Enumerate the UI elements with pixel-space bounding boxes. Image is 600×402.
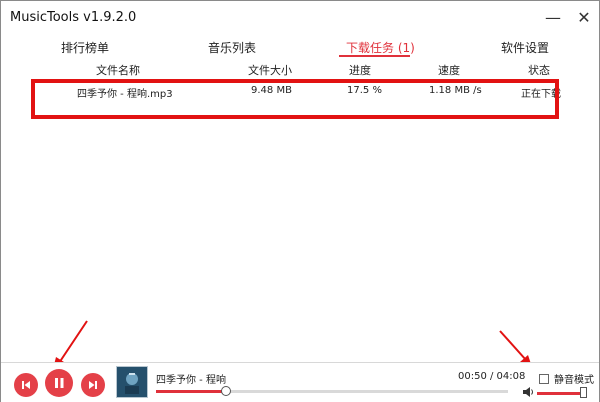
tab-downloads[interactable]: 下载任务 (1)	[346, 39, 415, 56]
download-list-header: 文件名称 文件大小 进度 速度 状态	[1, 59, 599, 81]
playback-time: 00:50 / 04:08	[458, 371, 526, 382]
row-file-size: 9.48 MB	[251, 85, 292, 96]
column-header-progress[interactable]: 进度	[349, 62, 371, 78]
row-speed: 1.18 MB /s	[429, 85, 482, 96]
column-header-speed[interactable]: 速度	[438, 62, 460, 78]
active-tab-indicator	[339, 55, 410, 57]
tab-bar: 排行榜单 音乐列表 下载任务 (1) 软件设置	[1, 35, 599, 59]
progress-track[interactable]	[156, 386, 508, 396]
next-button[interactable]	[81, 373, 105, 397]
checkbox-icon	[539, 374, 549, 384]
player-bar: 四季予你 - 程响 00:50 / 04:08 静音模式	[1, 362, 599, 402]
column-header-status[interactable]: 状态	[528, 62, 550, 78]
progress-fill	[156, 390, 227, 393]
close-icon: ✕	[577, 8, 591, 27]
window-title: MusicTools v1.9.2.0	[10, 10, 137, 25]
column-header-size[interactable]: 文件大小	[248, 62, 292, 78]
volume-slider-thumb[interactable]	[580, 387, 587, 398]
minimize-icon: —	[545, 8, 561, 27]
pause-icon	[55, 378, 64, 388]
row-file-name: 四季予你 - 程响.mp3	[77, 89, 173, 100]
minimize-button[interactable]: —	[542, 7, 564, 29]
skip-next-icon	[89, 381, 97, 389]
album-art-icon	[117, 367, 147, 397]
app-window: MusicTools v1.9.2.0 — ✕ 排行榜单 音乐列表 下载任务 (…	[0, 0, 600, 402]
skip-previous-icon	[22, 381, 30, 389]
tab-charts[interactable]: 排行榜单	[61, 39, 109, 56]
mute-mode-checkbox[interactable]: 静音模式	[539, 371, 594, 386]
close-button[interactable]: ✕	[573, 7, 595, 29]
tab-settings[interactable]: 软件设置	[501, 39, 549, 56]
column-header-name[interactable]: 文件名称	[96, 62, 140, 78]
title-bar: MusicTools v1.9.2.0 — ✕	[1, 1, 599, 35]
table-row[interactable]: 四季予你 - 程响.mp3 9.48 MB 17.5 % 1.18 MB /s …	[1, 83, 599, 101]
progress-thumb[interactable]	[221, 386, 232, 396]
tab-music-list[interactable]: 音乐列表	[208, 39, 256, 56]
album-cover[interactable]	[116, 366, 148, 398]
previous-button[interactable]	[14, 373, 38, 397]
now-playing-title: 四季予你 - 程响	[156, 375, 226, 386]
play-pause-button[interactable]	[45, 369, 73, 397]
speaker-icon[interactable]	[522, 386, 535, 398]
row-progress: 17.5 %	[347, 85, 382, 96]
row-status: 正在下载	[521, 89, 561, 100]
mute-mode-label: 静音模式	[554, 375, 594, 386]
